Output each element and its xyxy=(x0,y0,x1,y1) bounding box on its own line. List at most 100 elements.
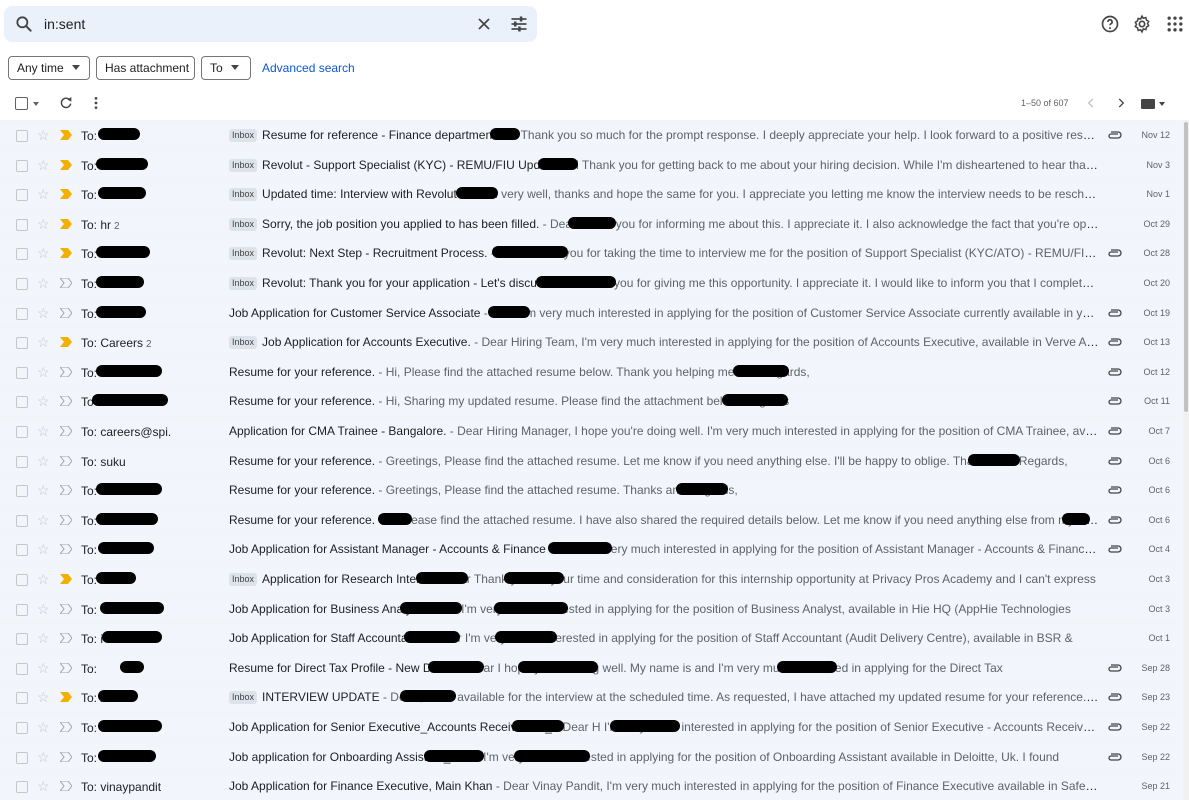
star-icon[interactable]: ☆ xyxy=(37,483,50,497)
row-checkbox[interactable] xyxy=(16,218,28,231)
row-checkbox[interactable] xyxy=(16,278,28,290)
importance-marker-icon[interactable] xyxy=(60,633,72,644)
importance-marker-icon[interactable] xyxy=(60,337,72,348)
email-row[interactable]: ☆ To: Inbox Updated time: Interview with Re… xyxy=(0,179,1183,209)
importance-marker-icon[interactable] xyxy=(60,396,72,407)
attachment-icon[interactable] xyxy=(1108,692,1122,702)
importance-marker-icon[interactable] xyxy=(60,514,72,525)
email-row[interactable]: ☆ To: Inbox Resume for reference - Finance … xyxy=(0,120,1183,150)
row-checkbox[interactable] xyxy=(16,485,28,498)
attachment-icon[interactable] xyxy=(1108,396,1122,406)
row-checkbox[interactable] xyxy=(16,544,28,557)
email-row[interactable]: ☆To2Resume for your reference. - Hi, Sha… xyxy=(0,386,1183,416)
gear-icon[interactable] xyxy=(1132,14,1152,34)
attachment-icon[interactable] xyxy=(1108,308,1122,318)
star-icon[interactable]: ☆ xyxy=(37,246,50,260)
importance-marker-icon[interactable] xyxy=(60,218,72,229)
importance-marker-icon[interactable] xyxy=(60,278,72,288)
attachment-icon[interactable] xyxy=(1108,485,1122,495)
email-row[interactable]: ☆ To: Inbox Revolut: Next Step - Recruitmen… xyxy=(0,238,1183,268)
importance-marker-icon[interactable] xyxy=(60,455,72,466)
row-checkbox[interactable] xyxy=(16,307,28,320)
star-icon[interactable]: ☆ xyxy=(37,394,50,408)
inbox-label[interactable]: Inbox xyxy=(229,336,258,350)
row-checkbox[interactable] xyxy=(16,159,28,172)
star-icon[interactable]: ☆ xyxy=(37,720,50,734)
refresh-icon[interactable] xyxy=(58,95,74,111)
attachment-icon[interactable] xyxy=(1108,544,1122,554)
star-icon[interactable]: ☆ xyxy=(37,187,50,201)
chevron-right-icon[interactable] xyxy=(1114,96,1128,110)
importance-marker-icon[interactable] xyxy=(60,248,72,259)
star-icon[interactable]: ☆ xyxy=(37,217,50,231)
row-checkbox[interactable] xyxy=(16,455,28,468)
scrollbar-thumb[interactable] xyxy=(1184,122,1188,412)
any-time-filter[interactable]: Any time xyxy=(8,56,90,80)
tune-icon[interactable] xyxy=(509,14,529,34)
star-icon[interactable]: ☆ xyxy=(37,128,50,142)
to-filter[interactable]: To xyxy=(201,56,251,80)
row-checkbox[interactable] xyxy=(16,574,28,586)
select-all-checkbox[interactable] xyxy=(15,97,28,110)
star-icon[interactable]: ☆ xyxy=(37,306,50,320)
attachment-icon[interactable] xyxy=(1108,426,1122,436)
inbox-label[interactable]: Inbox xyxy=(229,217,258,231)
star-icon[interactable]: ☆ xyxy=(37,690,50,704)
star-icon[interactable]: ☆ xyxy=(37,750,50,764)
row-checkbox[interactable] xyxy=(16,692,28,705)
star-icon[interactable]: ☆ xyxy=(37,631,50,645)
email-row[interactable]: ☆To:2InboxApplication for Research Inter… xyxy=(0,564,1183,594)
row-checkbox[interactable] xyxy=(16,722,28,734)
importance-marker-icon[interactable] xyxy=(60,366,72,377)
star-icon[interactable]: ☆ xyxy=(37,335,50,349)
keyboard-icon[interactable] xyxy=(1141,99,1155,109)
importance-marker-icon[interactable] xyxy=(60,159,72,170)
email-row[interactable]: ☆ To: Job application for Onboarding Assis… xyxy=(0,741,1183,772)
star-icon[interactable]: ☆ xyxy=(37,602,50,616)
star-icon[interactable]: ☆ xyxy=(37,661,50,675)
importance-marker-icon[interactable] xyxy=(60,189,72,200)
row-checkbox[interactable] xyxy=(16,366,28,379)
email-row[interactable]: ☆ To: Job Application for Senior Executive… xyxy=(0,712,1183,742)
search-icon[interactable] xyxy=(14,14,34,34)
star-icon[interactable]: ☆ xyxy=(37,513,50,527)
importance-marker-icon[interactable] xyxy=(60,574,72,584)
star-icon[interactable]: ☆ xyxy=(37,424,50,438)
email-row[interactable]: ☆ To: i Job Application for Staff Accounta… xyxy=(0,623,1183,653)
inbox-label[interactable]: Inbox xyxy=(229,188,258,202)
email-row[interactable]: ☆ To: careers@spi. Application for CMA Tra… xyxy=(0,416,1183,446)
importance-marker-icon[interactable] xyxy=(60,751,72,762)
row-checkbox[interactable] xyxy=(16,426,28,438)
email-row[interactable]: ☆ To: Job Application for Customer Service… xyxy=(0,297,1183,328)
row-checkbox[interactable] xyxy=(16,396,28,409)
email-row[interactable]: ☆ To: Resume for your reference. - Greetin… xyxy=(0,475,1183,505)
row-checkbox[interactable] xyxy=(16,514,28,527)
attachment-icon[interactable] xyxy=(1108,722,1122,732)
more-vert-icon[interactable] xyxy=(88,95,104,111)
email-row[interactable]: ☆ To: Careers 2 Inbox Job Application for Ac… xyxy=(0,327,1183,357)
row-checkbox[interactable] xyxy=(16,633,28,646)
importance-marker-icon[interactable] xyxy=(60,781,72,792)
attachment-icon[interactable] xyxy=(1108,515,1122,525)
chevron-down-icon[interactable] xyxy=(1159,102,1165,106)
email-row[interactable]: ☆To:2InboxINTERVIEW UPDATE - Dear , I'll… xyxy=(0,682,1183,712)
email-row[interactable]: ☆ To: Inbox Revolut - Support Specialist (K… xyxy=(0,149,1183,180)
inbox-label[interactable]: Inbox xyxy=(229,247,258,261)
row-checkbox[interactable] xyxy=(16,248,28,261)
star-icon[interactable]: ☆ xyxy=(37,572,50,586)
importance-marker-icon[interactable] xyxy=(60,603,72,614)
importance-marker-icon[interactable] xyxy=(60,692,72,703)
star-icon[interactable]: ☆ xyxy=(37,276,50,290)
select-menu-chevron-icon[interactable] xyxy=(33,102,39,106)
importance-marker-icon[interactable] xyxy=(60,307,72,318)
inbox-label[interactable]: Inbox xyxy=(229,129,258,142)
star-icon[interactable]: ☆ xyxy=(37,158,50,172)
inbox-label[interactable]: Inbox xyxy=(229,277,258,290)
row-checkbox[interactable] xyxy=(16,751,28,764)
has-attachment-filter[interactable]: Has attachment xyxy=(96,56,195,80)
star-icon[interactable]: ☆ xyxy=(37,365,50,379)
close-icon[interactable] xyxy=(474,14,494,34)
email-row[interactable]: ☆ To: vinaypandit Job Application for Fina… xyxy=(0,771,1183,800)
row-checkbox[interactable] xyxy=(16,337,28,350)
attachment-icon[interactable] xyxy=(1108,456,1122,466)
